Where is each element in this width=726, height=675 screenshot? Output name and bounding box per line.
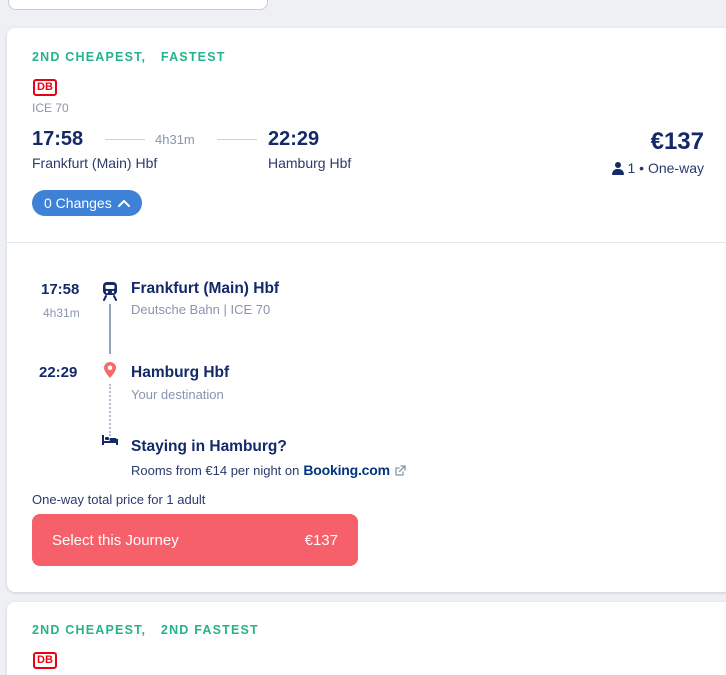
passenger-text: 1 • One-way (627, 160, 705, 176)
journey-price: €137 (650, 128, 704, 155)
detail-departure-time: 17:58 (41, 281, 80, 298)
journey-card-next[interactable]: 2ND CHEAPEST, 2ND FASTEST DB (7, 602, 726, 675)
tag-fastest: FASTEST (160, 50, 226, 64)
card-divider (7, 242, 726, 243)
departure-time: 17:58 (32, 128, 84, 150)
destination-note: Your destination (131, 387, 224, 402)
tag-cheapest-next: 2ND CHEAPEST, (32, 623, 147, 637)
detail-departure-station: Frankfurt (Main) Hbf (131, 280, 280, 297)
person-icon (611, 161, 624, 175)
booking-link[interactable]: Booking.com (303, 462, 390, 478)
detail-arrival-time: 22:29 (39, 364, 78, 381)
detail-duration: 4h31m (43, 306, 80, 320)
tag-cheapest: 2ND CHEAPEST, (32, 50, 147, 64)
select-journey-label: Select this Journey (52, 531, 179, 549)
hotel-offer[interactable]: Rooms from €14 per night on Booking.com (131, 462, 407, 478)
arrival-station: Hamburg Hbf (268, 155, 352, 171)
journey-duration: 4h31m (155, 132, 195, 147)
db-logo: DB (33, 79, 57, 96)
detail-operator: Deutsche Bahn | ICE 70 (131, 302, 271, 317)
segment-line (109, 304, 111, 354)
select-journey-price: €137 (304, 531, 338, 549)
detail-arrival-station: Hamburg Hbf (131, 364, 230, 381)
train-icon (103, 282, 117, 301)
departure-station: Frankfurt (Main) Hbf (32, 155, 158, 171)
total-price-note: One-way total price for 1 adult (32, 492, 206, 507)
db-logo-next: DB (33, 652, 57, 669)
journey-card[interactable]: 2ND CHEAPEST, FASTEST DB ICE 70 17:58 Fr… (7, 28, 726, 592)
arrival-time: 22:29 (268, 128, 320, 150)
previous-card-edge (8, 0, 268, 10)
train-code: ICE 70 (32, 101, 69, 115)
hotel-offer-text: Rooms from €14 per night on (131, 462, 300, 478)
external-link-icon (395, 464, 406, 476)
duration-line-left (105, 139, 145, 140)
hotel-prompt-title: Staying in Hamburg? (131, 438, 287, 455)
journey-tags-next: 2ND CHEAPEST, 2ND FASTEST (32, 623, 259, 637)
journey-tags: 2ND CHEAPEST, FASTEST (32, 50, 226, 64)
duration-line-right (217, 139, 257, 140)
chevron-up-icon (117, 200, 130, 207)
select-journey-button[interactable]: Select this Journey €137 (32, 514, 358, 566)
bed-icon (102, 435, 118, 445)
changes-toggle-button[interactable]: 0 Changes (32, 190, 142, 216)
tag-fastest-next: 2ND FASTEST (160, 623, 259, 637)
destination-dotted-line (109, 384, 111, 436)
passenger-info: 1 • One-way (611, 160, 705, 176)
changes-label: 0 Changes (44, 195, 112, 211)
location-pin-icon (104, 362, 116, 378)
